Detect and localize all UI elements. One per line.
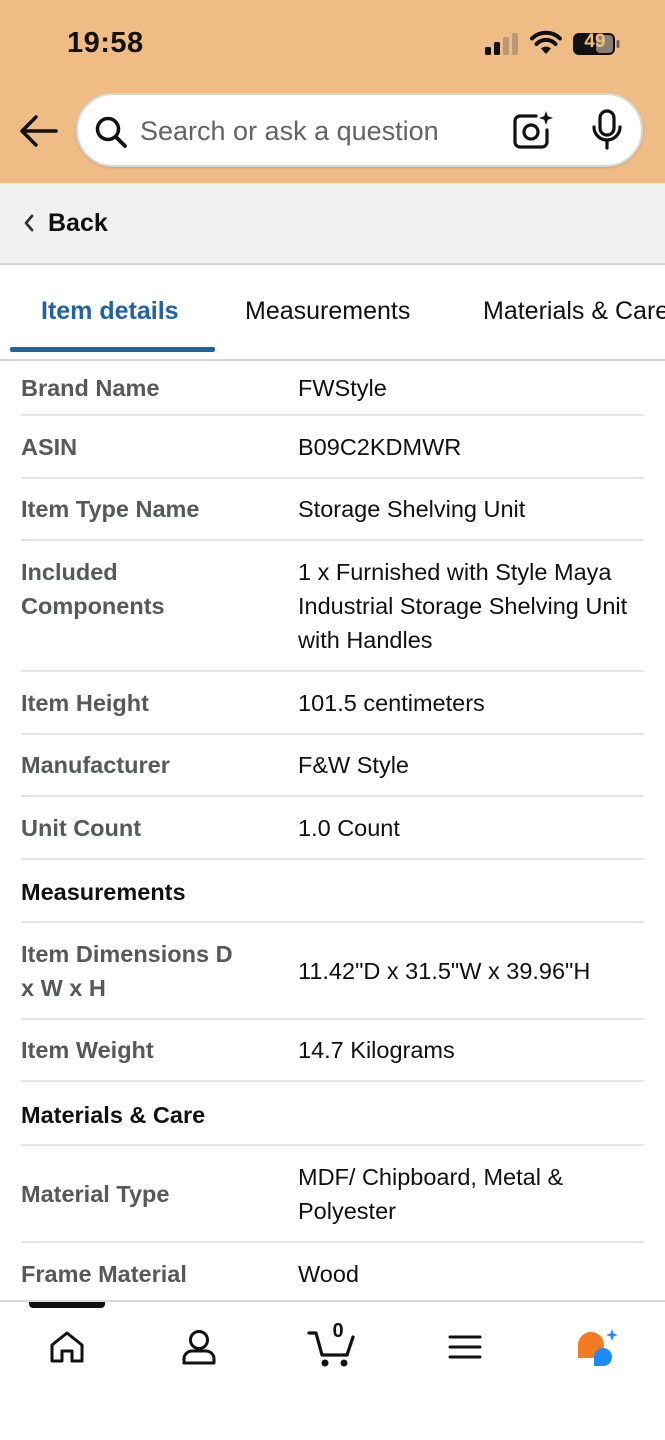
home-icon (50, 1331, 84, 1363)
row-label: Item Type Name (21, 496, 200, 522)
camera-search-icon[interactable] (512, 110, 554, 150)
row-value: 101.5 centimeters (298, 689, 485, 716)
table-row: ASIN B09C2KDMWR (21, 416, 644, 479)
row-label: Frame Material (21, 1260, 187, 1287)
tab-item-details[interactable]: Item details (41, 297, 179, 326)
table-row: Item Type Name Storage Shelving Unit (21, 479, 644, 541)
nav-account[interactable] (169, 1322, 229, 1372)
table-row: Material Type MDF/ Chipboard, Metal & Po… (21, 1146, 644, 1243)
active-nav-indicator (29, 1302, 105, 1308)
row-value: 11.42"D x 31.5"W x 39.96"H (298, 957, 591, 984)
nav-rufus[interactable] (566, 1322, 626, 1372)
row-value: 1.0 Count (298, 814, 400, 841)
row-label: Unit Count (21, 814, 142, 841)
tab-measurements[interactable]: Measurements (245, 297, 410, 326)
table-row: Brand Name FWStyle (21, 361, 644, 416)
rufus-assistant-icon (578, 1329, 618, 1366)
row-label: Manufacturer (21, 752, 170, 778)
bottom-nav: 0 (0, 1300, 665, 1440)
row-value: FWStyle (298, 374, 387, 401)
account-icon (182, 1330, 216, 1365)
table-row: Unit Count 1.0 Count (21, 797, 644, 860)
row-value: MDF/ Chipboard, Metal & Polyester (298, 1163, 564, 1224)
app-header: 19:58 49 (0, 0, 665, 183)
row-value: F&W Style (298, 752, 409, 778)
row-label: Brand Name (21, 374, 160, 401)
row-value: B09C2KDMWR (298, 433, 462, 460)
row-value: 1 x Furnished with Style Maya Industrial… (298, 559, 628, 653)
search-input[interactable] (140, 109, 500, 153)
table-row: Frame Material Wood (21, 1243, 644, 1306)
row-label: ASIN (21, 433, 78, 460)
chevron-left-icon (24, 214, 34, 232)
menu-icon (448, 1335, 482, 1359)
nav-home[interactable] (37, 1322, 97, 1372)
wifi-icon (530, 30, 562, 54)
section-heading-measurements: Measurements (21, 860, 644, 923)
section-heading-materials-care: Materials & Care (21, 1082, 644, 1146)
table-row: Manufacturer F&W Style (21, 735, 644, 797)
back-arrow-icon[interactable] (18, 113, 58, 149)
table-row: Item Height 101.5 centimeters (21, 672, 644, 735)
cellular-signal-icon (485, 33, 518, 55)
detail-tabs: Item details Measurements Materials & Ca… (0, 265, 665, 361)
row-label: Included Components (21, 559, 165, 619)
row-label: Material Type (21, 1180, 170, 1207)
row-label: Item Dimensions D x W x H (21, 940, 233, 1001)
row-label: Item Height (21, 689, 149, 716)
tab-materials-care[interactable]: Materials & Care (483, 297, 665, 326)
table-row: Item Dimensions D x W x H 11.42"D x 31.5… (21, 923, 644, 1020)
search-bar[interactable] (76, 93, 643, 167)
row-value: Storage Shelving Unit (298, 496, 526, 522)
microphone-icon[interactable] (590, 109, 624, 151)
table-row: Included Components 1 x Furnished with S… (21, 541, 644, 672)
details-table: Brand Name FWStyle ASIN B09C2KDMWR Item … (0, 361, 665, 1306)
nav-cart[interactable]: 0 (302, 1320, 362, 1372)
table-row: Item Weight 14.7 Kilograms (21, 1020, 644, 1082)
search-icon (95, 116, 127, 148)
row-value: Wood (298, 1260, 359, 1287)
back-label: Back (48, 209, 108, 237)
back-link[interactable]: Back (0, 183, 665, 265)
row-value: 14.7 Kilograms (298, 1037, 455, 1063)
nav-menu[interactable] (435, 1322, 495, 1372)
cart-count: 0 (332, 1320, 344, 1342)
battery-level: 49 (584, 31, 606, 52)
active-tab-indicator (10, 347, 215, 352)
status-time: 19:58 (67, 27, 144, 59)
row-label: Item Weight (21, 1037, 154, 1063)
